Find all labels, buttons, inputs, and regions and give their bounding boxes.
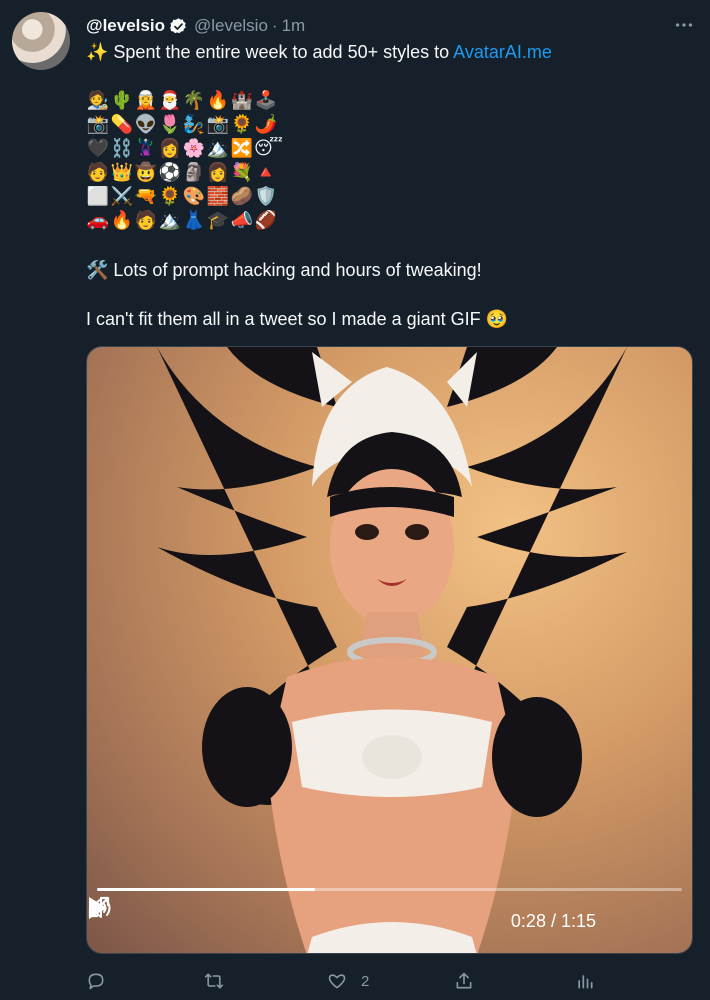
- analytics-button[interactable]: [575, 966, 609, 996]
- emoji-0: 🧑‍🎨: [86, 90, 110, 110]
- emoji-33: ⚔️: [110, 186, 134, 206]
- emoji-27: ⚽: [158, 162, 182, 182]
- emoji-1: 🌵: [110, 90, 134, 110]
- video-progress-bar[interactable]: [97, 888, 682, 891]
- retweet-button[interactable]: [204, 966, 238, 996]
- emoji-23: 😴: [254, 138, 283, 158]
- tweet-header: @levelsio @levelsio · 1m: [86, 14, 696, 38]
- emoji-36: 🎨: [182, 186, 206, 206]
- emoji-10: 👽: [134, 114, 158, 134]
- video-frame-illustration: [157, 347, 627, 953]
- tweet-text-prefix: ✨ Spent the entire week to add 50+ style…: [86, 42, 454, 62]
- emoji-2: 🧝: [134, 90, 158, 110]
- emoji-31: 🔺: [254, 162, 278, 182]
- emoji-42: 🧑: [134, 210, 158, 230]
- emoji-35: 🌻: [158, 186, 182, 206]
- analytics-icon: [578, 975, 593, 989]
- emoji-7: 🕹️: [254, 90, 278, 110]
- tweet-text-line-4: I can't fit them all in a tweet so I mad…: [86, 309, 509, 329]
- emoji-26: 🤠: [134, 162, 158, 182]
- emoji-15: 🌶️: [254, 114, 278, 134]
- emoji-6: 🏰: [230, 90, 254, 110]
- emoji-25: 👑: [110, 162, 134, 182]
- video-time-readout: 0:28 / 1:15: [510, 911, 596, 931]
- emoji-12: 🧞: [182, 114, 206, 134]
- emoji-14: 🌻: [230, 114, 254, 134]
- tweet-actions: 2: [86, 966, 696, 996]
- video-controls: 0:28 / 1:15: [87, 895, 692, 953]
- emoji-9: 💊: [110, 114, 134, 134]
- emoji-34: 🔫: [134, 186, 158, 206]
- emoji-37: 🧱: [206, 186, 230, 206]
- retweet-icon: [204, 973, 224, 989]
- emoji-11: 🌷: [158, 114, 182, 134]
- tweet-text-line-1: ✨ Spent the entire week to add 50+ style…: [86, 40, 552, 64]
- avatar[interactable]: [12, 12, 70, 70]
- emoji-20: 🌸: [182, 138, 206, 158]
- reply-button[interactable]: [86, 966, 120, 996]
- video-progress-fill: [97, 888, 316, 891]
- emoji-29: 👩: [206, 162, 230, 182]
- handle[interactable]: @levelsio: [194, 16, 268, 36]
- share-button[interactable]: [454, 966, 488, 996]
- emoji-32: ⬜: [86, 186, 110, 206]
- emoji-24: 🧑: [86, 162, 110, 182]
- tweet-timestamp[interactable]: 1m: [282, 16, 306, 36]
- reply-icon: [88, 973, 104, 990]
- emoji-39: 🛡️: [254, 186, 278, 206]
- verified-badge-icon: [170, 17, 186, 33]
- emoji-16: 🖤: [86, 138, 110, 158]
- separator-dot: ·: [271, 16, 278, 35]
- like-count: 2: [361, 972, 370, 990]
- emoji-28: 🗿: [182, 162, 206, 182]
- emoji-4: 🌴: [182, 90, 206, 110]
- video-player[interactable]: 0:28 / 1:15: [86, 346, 693, 954]
- emoji-41: 🔥: [110, 210, 134, 230]
- emoji-38: 🥔: [230, 186, 254, 206]
- emoji-44: 👗: [182, 210, 206, 230]
- heart-icon: [328, 974, 346, 989]
- emoji-19: 👩: [158, 138, 182, 158]
- display-name[interactable]: @levelsio: [86, 16, 165, 36]
- emoji-43: 🏔️: [158, 210, 182, 230]
- fullscreen-icon[interactable]: [87, 895, 111, 919]
- tweet-text-line-3: 🛠️ Lots of prompt hacking and hours of t…: [86, 260, 482, 280]
- emoji-22: 🔀: [230, 138, 254, 158]
- emoji-grid: 🧑‍🎨 🌵 🧝 🎅 🌴 🔥 🏰 🕹️ 📸 💊 👽 🌷 🧞 📸 🌻 🌶️ 🖤 ⛓️ 🦹 👩 🌸 🏔️ 🔀 😴 🧑 👑 🤠 ⚽ 🗿 👩 💐 🔺 ⬜ ⚔…: [86, 88, 286, 232]
- more-dots-icon[interactable]: [672, 14, 696, 38]
- emoji-18: 🦹: [134, 138, 158, 158]
- emoji-21: 🏔️: [206, 138, 230, 158]
- emoji-47: 🏈: [254, 210, 278, 230]
- share-icon: [456, 972, 472, 989]
- emoji-17: ⛓️: [110, 138, 134, 158]
- emoji-40: 🚗: [86, 210, 110, 230]
- emoji-5: 🔥: [206, 90, 230, 110]
- avatarai-link[interactable]: AvatarAI.me: [453, 42, 552, 62]
- emoji-3: 🎅: [158, 90, 182, 110]
- emoji-13: 📸: [206, 114, 230, 134]
- emoji-46: 📣: [230, 210, 254, 230]
- emoji-8: 📸: [86, 114, 110, 134]
- emoji-45: 🎓: [206, 210, 230, 230]
- emoji-30: 💐: [230, 162, 254, 182]
- like-button[interactable]: 2: [327, 966, 369, 996]
